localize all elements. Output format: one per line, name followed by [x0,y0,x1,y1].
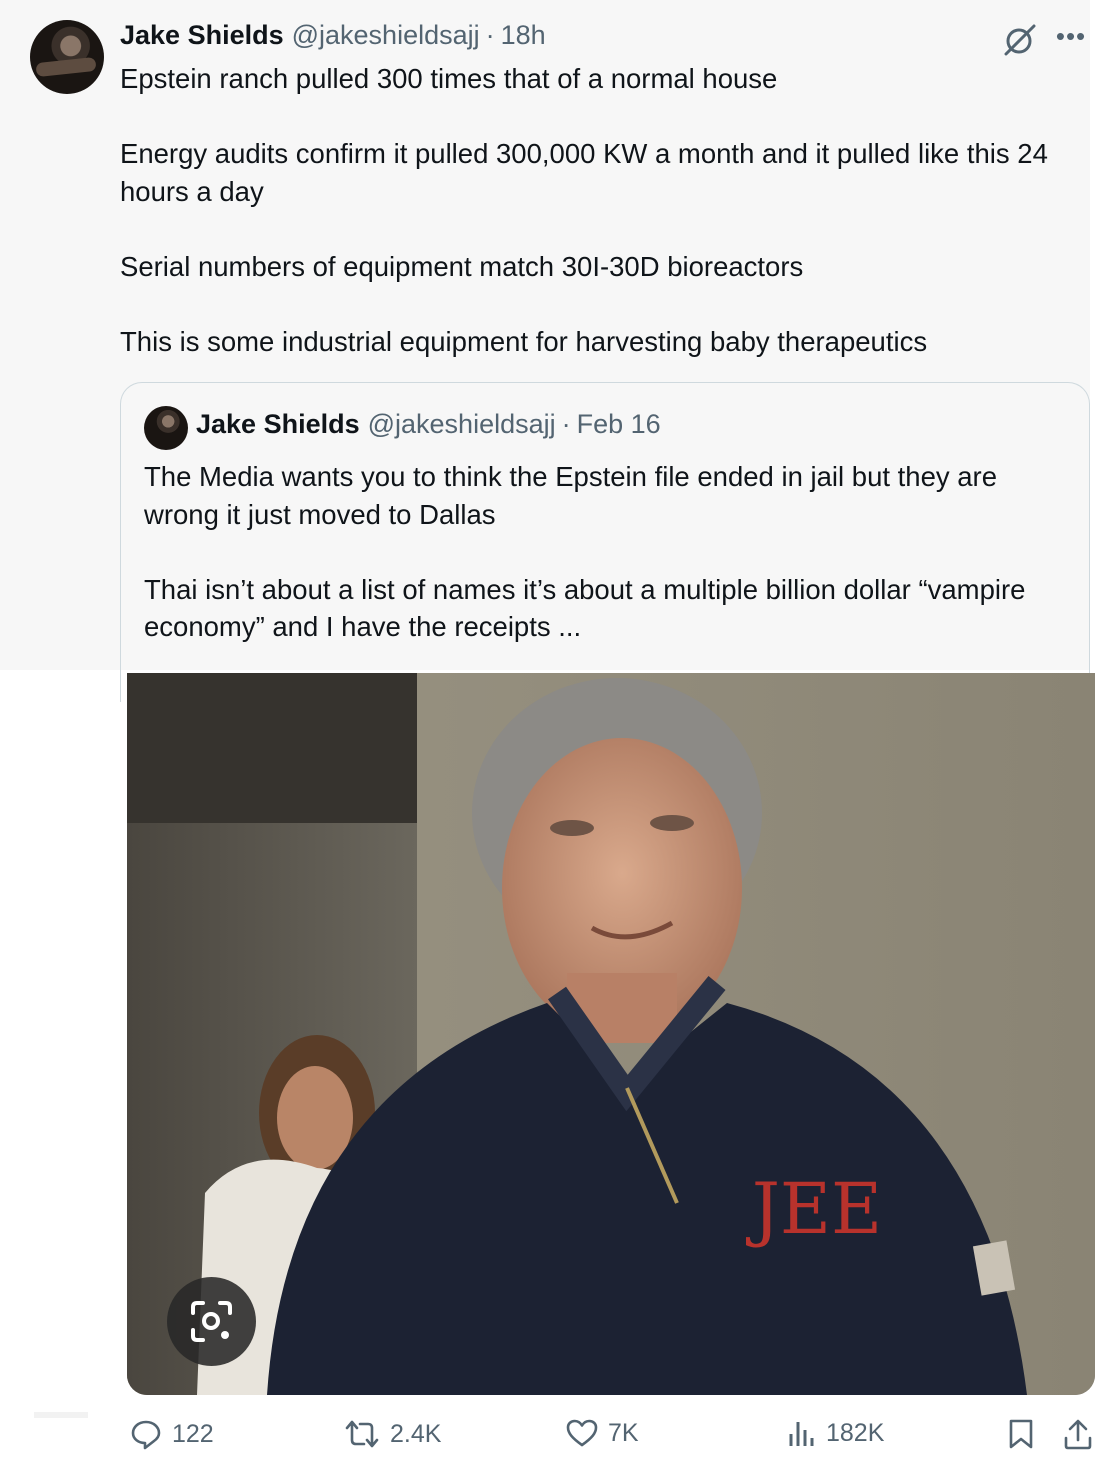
quoted-author-name: Jake Shields [196,409,360,439]
author-handle[interactable]: @jakeshieldsajj [292,20,480,51]
tweet-photo[interactable]: JEE [127,673,1095,1395]
reply-count: 122 [172,1419,214,1448]
tweet-paragraph: Serial numbers of equipment match 30I-30… [120,250,804,282]
more-options-icon[interactable]: ••• [1054,23,1088,54]
bookmark-icon [1009,1419,1033,1449]
tweet-timestamp[interactable]: 18h [501,20,546,51]
author-avatar[interactable] [30,20,104,94]
quoted-author-handle: @jakeshieldsajj [367,409,556,439]
bookmark-button[interactable] [1008,1418,1034,1450]
quoted-tweet-timestamp: Feb 16 [576,409,661,439]
views-count: 182K [826,1418,885,1447]
tweet-paragraph: This is some industrial equipment for ha… [120,325,928,357]
retweet-count: 2.4K [390,1419,442,1448]
views-icon [789,1422,814,1446]
quoted-tweet-header: Jake Shields @jakeshieldsajj · Feb 16 [196,409,661,440]
reply-icon [131,1420,161,1450]
author-name[interactable]: Jake Shields [120,20,284,51]
like-button[interactable]: 7K [566,1418,639,1448]
grok-icon[interactable] [1002,22,1038,58]
separator-dot: · [561,409,571,439]
tweet-header: Jake Shields @jakeshieldsajj · 18h [120,20,546,56]
retweet-icon [345,1420,379,1448]
quoted-author-avatar [144,406,188,450]
lens-search-icon[interactable] [167,1277,256,1366]
like-count: 7K [608,1418,639,1447]
quoted-tweet-card[interactable]: Jake Shields @jakeshieldsajj · Feb 16 Th… [120,382,1090,702]
like-icon [566,1419,598,1447]
quoted-paragraph: Thai isn’t about a list of names it’s ab… [144,573,1026,643]
reply-button[interactable]: 122 [130,1418,214,1450]
views-button[interactable]: 182K [788,1418,884,1448]
quoted-paragraph: The Media wants you to think the Epstein… [144,461,998,530]
share-button[interactable] [1063,1418,1093,1450]
tweet-paragraph: Energy audits confirm it pulled 300,000 … [120,138,1048,207]
svg-text:JEE: JEE [746,1168,882,1250]
tweet-text: Epstein ranch pulled 300 times that of a… [120,60,1080,360]
tweet-actions-bar: 122 2.4K 7K 182K [0,1418,1112,1458]
quoted-tweet-text: The Media wants you to think the Epstein… [144,458,1064,646]
retweet-button[interactable]: 2.4K [344,1418,441,1450]
separator-dot: · [485,20,495,50]
tweet-paragraph: Epstein ranch pulled 300 times that of a… [120,63,778,94]
share-icon [1064,1419,1092,1450]
